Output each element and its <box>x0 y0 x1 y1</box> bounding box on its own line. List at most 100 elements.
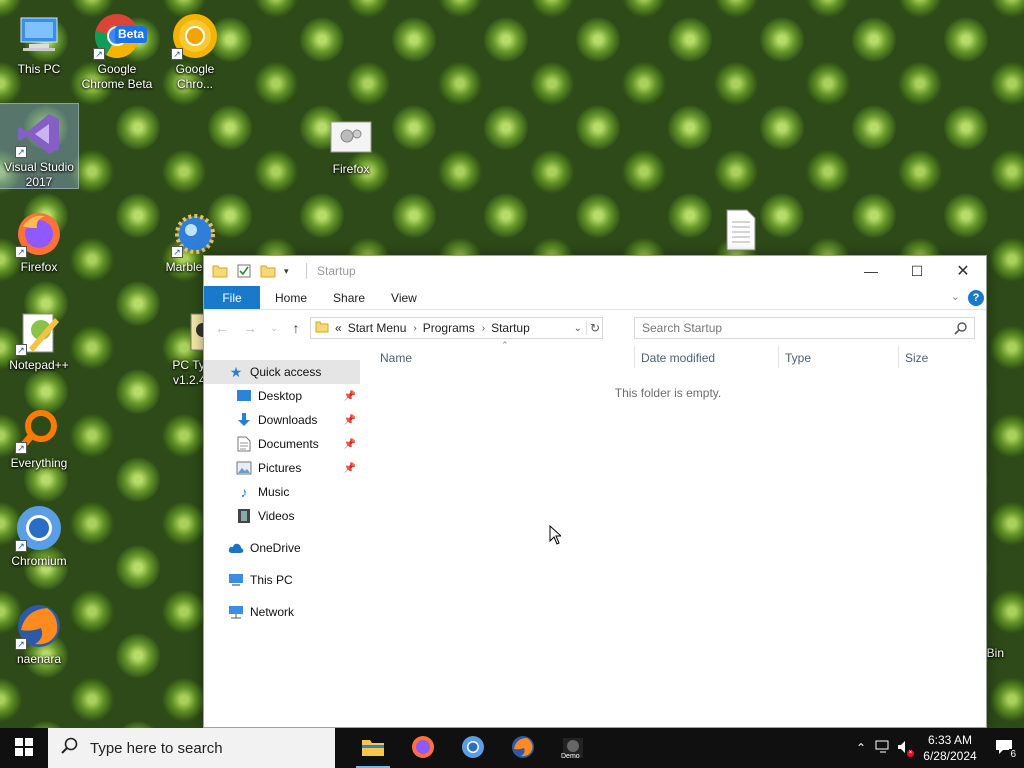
taskbar: Type here to search Demo ⌃ × 6:33 AM 6/2… <box>0 728 1024 768</box>
breadcrumb-separator-icon[interactable]: › <box>482 323 485 334</box>
tab-view[interactable]: View <box>378 286 430 309</box>
desktop-icon-label: This PC <box>17 62 61 76</box>
desktop-icon-label: Notepad++ <box>9 358 69 372</box>
desktop-icon-naenara[interactable]: ↗ naenara <box>0 596 78 667</box>
taskbar-app-demo[interactable]: Demo <box>548 728 598 768</box>
back-arrow-icon[interactable]: ← <box>214 320 230 336</box>
desktop-icon-chrome-canary[interactable]: ↗ Google Chro... <box>156 6 234 92</box>
shortcut-arrow-icon: ↗ <box>171 48 183 60</box>
chromium-icon <box>461 735 485 762</box>
nav-quick-access[interactable]: ★ Quick access <box>204 360 360 384</box>
title-bar[interactable]: ▾ Startup — ☐ ✕ <box>204 256 986 286</box>
notification-count-badge: 6 <box>1009 749 1017 760</box>
everything-search-icon: ↗ <box>15 406 63 454</box>
pin-icon[interactable]: 📌 <box>344 463 356 474</box>
pin-icon[interactable]: 📌 <box>344 439 356 450</box>
column-headers: ⌃ Name Date modified Type Size <box>360 340 976 368</box>
column-date-modified[interactable]: Date modified <box>641 351 715 365</box>
pin-icon[interactable]: 📌 <box>344 391 356 402</box>
shortcut-arrow-icon: ↗ <box>171 246 183 258</box>
action-center-button[interactable]: 6 <box>984 728 1024 768</box>
nav-documents[interactable]: Documents 📌 <box>204 432 360 456</box>
shortcut-arrow-icon: ↗ <box>15 442 27 454</box>
tab-home[interactable]: Home <box>262 286 320 309</box>
start-button[interactable] <box>0 728 48 768</box>
download-arrow-icon <box>236 412 252 428</box>
up-arrow-icon[interactable]: ↑ <box>288 320 304 336</box>
help-icon[interactable]: ? <box>968 290 984 306</box>
pin-icon[interactable]: 📌 <box>344 415 356 426</box>
nav-music[interactable]: ♪ Music <box>204 480 360 504</box>
maximize-button[interactable]: ☐ <box>894 256 940 286</box>
breadcrumb-programs[interactable]: Programs <box>423 321 475 335</box>
breadcrumb-separator-icon[interactable]: › <box>413 323 416 334</box>
windows-logo-icon <box>15 737 33 759</box>
search-box[interactable]: Search Startup <box>634 317 975 339</box>
desktop-icon-firefox[interactable]: ↗ Firefox <box>0 204 78 275</box>
computer-icon <box>15 12 63 60</box>
file-explorer-window[interactable]: ▾ Startup — ☐ ✕ File Home Share View ⌄ ?… <box>203 255 987 728</box>
column-size[interactable]: Size <box>905 351 928 365</box>
expand-ribbon-chevron-icon[interactable]: ⌄ <box>951 290 960 303</box>
taskbar-app-chromium[interactable] <box>448 728 498 768</box>
nav-label: Music <box>258 485 290 499</box>
desktop-icon-notepad-plus[interactable]: ↗ Notepad++ <box>0 302 78 373</box>
nav-downloads[interactable]: Downloads 📌 <box>204 408 360 432</box>
tab-file[interactable]: File <box>204 286 260 309</box>
column-divider[interactable] <box>898 346 899 368</box>
tab-share[interactable]: Share <box>320 286 378 309</box>
nav-network[interactable]: Network <box>204 600 360 624</box>
muted-badge-icon: × <box>907 749 914 757</box>
address-dropdown-chevron-icon[interactable]: ⌄ <box>574 323 582 334</box>
nav-videos[interactable]: Videos <box>204 504 360 528</box>
address-row: ← → ⌄ ↑ « Start Menu › Programs › Startu… <box>204 310 986 346</box>
breadcrumb-startup[interactable]: Startup <box>491 321 530 335</box>
desktop-icon-everything[interactable]: ↗ Everything <box>0 400 78 471</box>
marble-globe-icon: ↗ <box>171 210 219 258</box>
star-icon: ★ <box>229 363 243 380</box>
close-button[interactable]: ✕ <box>940 256 986 286</box>
column-type[interactable]: Type <box>785 351 811 365</box>
taskbar-search-input[interactable]: Type here to search <box>90 740 223 757</box>
show-hidden-icons-chevron-icon[interactable]: ⌃ <box>850 741 872 755</box>
desktop-icon-firefox-settings[interactable]: Firefox <box>312 106 390 177</box>
nav-this-pc[interactable]: This PC <box>204 568 360 592</box>
desktop-icon-this-pc[interactable]: This PC <box>0 6 78 77</box>
column-name[interactable]: Name <box>380 351 412 365</box>
chrome-canary-icon: ↗ <box>171 12 219 60</box>
customize-quick-access-icon[interactable]: ▾ <box>284 263 300 279</box>
firefox-icon <box>411 735 435 762</box>
breadcrumb-overflow[interactable]: « <box>335 321 342 335</box>
column-divider[interactable] <box>634 346 635 368</box>
properties-checkmark-icon[interactable] <box>236 263 252 279</box>
minimize-button[interactable]: — <box>848 256 894 286</box>
desktop-icon-chromium[interactable]: ↗ Chromium <box>0 498 78 569</box>
title-divider <box>306 263 307 279</box>
desktop-icon-chrome-beta[interactable]: Beta ↗ Google Chrome Beta <box>78 6 156 92</box>
nav-onedrive[interactable]: OneDrive <box>204 536 360 560</box>
breadcrumb-start-menu[interactable]: Start Menu <box>348 321 407 335</box>
clock[interactable]: 6:33 AM 6/28/2024 <box>916 732 984 764</box>
taskbar-search-box[interactable]: Type here to search <box>48 728 335 768</box>
nav-pictures[interactable]: Pictures 📌 <box>204 456 360 480</box>
column-divider[interactable] <box>778 346 779 368</box>
forward-arrow-icon[interactable]: → <box>242 320 258 336</box>
recent-locations-chevron-icon[interactable]: ⌄ <box>266 320 282 336</box>
file-list-pane[interactable]: ⌃ Name Date modified Type Size This fold… <box>360 340 976 727</box>
taskbar-app-firefox[interactable] <box>398 728 448 768</box>
refresh-icon[interactable]: ↻ <box>585 321 600 335</box>
nav-desktop[interactable]: Desktop 📌 <box>204 384 360 408</box>
desktop-icon-label: Firefox <box>20 260 58 274</box>
volume-muted-icon[interactable]: × <box>894 740 916 757</box>
shortcut-arrow-icon: ↗ <box>93 48 105 60</box>
network-status-icon[interactable] <box>872 740 894 757</box>
desktop-icon-visual-studio[interactable]: ↗ Visual Studio 2017 <box>0 103 79 189</box>
address-bar[interactable]: « Start Menu › Programs › Startup ⌄ ↻ <box>310 317 603 339</box>
system-tray: ⌃ × 6:33 AM 6/28/2024 6 <box>850 728 1024 768</box>
search-input[interactable]: Search Startup <box>642 321 722 335</box>
taskbar-app-file-explorer[interactable] <box>348 728 398 768</box>
desktop-icon-text-document[interactable] <box>712 200 770 256</box>
taskbar-app-naenara[interactable] <box>498 728 548 768</box>
new-folder-icon[interactable] <box>260 263 276 279</box>
music-note-icon: ♪ <box>240 484 248 500</box>
